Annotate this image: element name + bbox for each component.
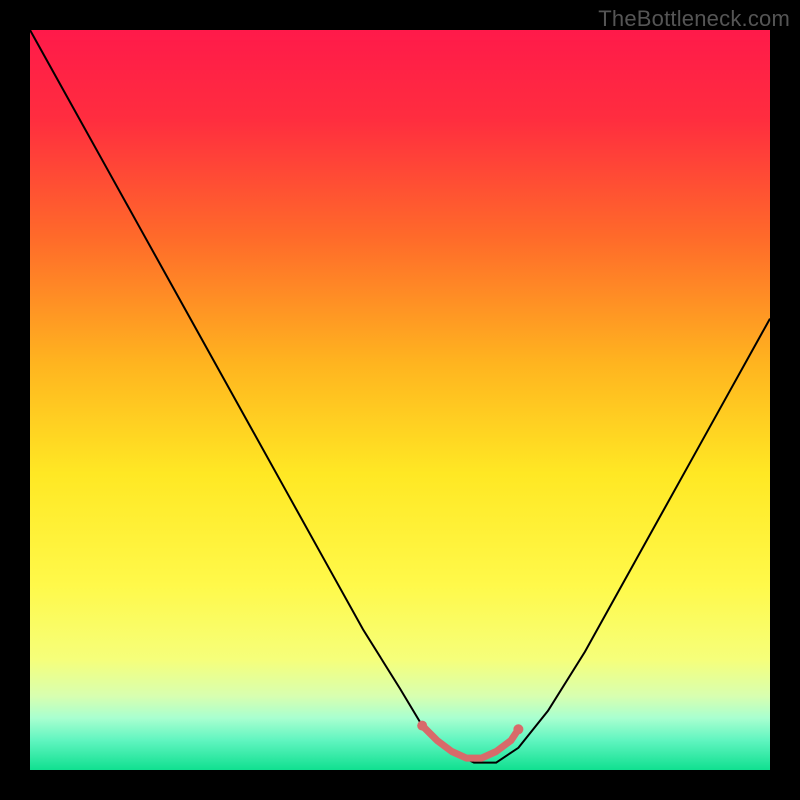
watermark-text: TheBottleneck.com bbox=[598, 6, 790, 32]
plot-background bbox=[30, 30, 770, 770]
bottleneck-chart bbox=[0, 0, 800, 800]
chart-container: TheBottleneck.com bbox=[0, 0, 800, 800]
valley-right-dot bbox=[513, 724, 523, 734]
valley-left-dot bbox=[417, 721, 427, 731]
